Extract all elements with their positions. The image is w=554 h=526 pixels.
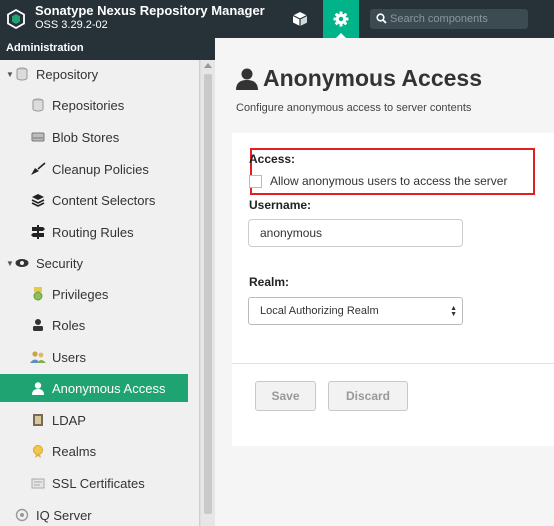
nexus-logo-icon[interactable] [7, 9, 25, 29]
tree-item-label: Privileges [52, 286, 109, 302]
tree-item-label: Routing Rules [52, 224, 134, 240]
scroll-up-arrow-icon[interactable] [204, 63, 212, 68]
tree-item-content-selectors[interactable]: Content Selectors [0, 186, 188, 214]
security-icon [14, 255, 30, 271]
allow-anonymous-row[interactable]: Allow anonymous users to access the serv… [249, 174, 507, 188]
realm-label: Realm: [249, 275, 290, 289]
tree-item-label: SSL Certificates [52, 475, 145, 491]
certificate-icon [30, 475, 46, 491]
page-title: Anonymous Access [236, 65, 482, 92]
tree-item-label: LDAP [52, 412, 86, 428]
tree-item-label: Roles [52, 317, 86, 333]
sidebar-scrollbar[interactable] [201, 60, 215, 526]
tree-item-label: Cleanup Policies [52, 161, 149, 177]
access-label: Access: [249, 152, 296, 166]
tree-item-label: Content Selectors [52, 192, 156, 208]
tree-item-repository[interactable]: ▼ Repository [0, 60, 188, 88]
page-description: Configure anonymous access to server con… [236, 102, 472, 114]
signpost-icon [30, 224, 46, 240]
tree-item-label: Security [36, 255, 83, 271]
tree-item-realms[interactable]: Realms [0, 437, 188, 465]
discard-button[interactable]: Discard [328, 381, 408, 411]
tree-item-iq-server[interactable]: IQ Server [0, 501, 188, 526]
role-icon [30, 317, 46, 333]
gear-icon [333, 11, 349, 27]
tree-item-label: Repositories [52, 97, 125, 113]
tree-item-label: Realms [52, 443, 97, 459]
allow-anonymous-checkbox[interactable] [249, 174, 262, 188]
tree-item-roles[interactable]: Roles [0, 311, 188, 339]
realm-icon [30, 443, 46, 459]
admin-tree: ▼ Repository Repositories Blob Stores Cl… [0, 60, 200, 526]
tree-item-label: Repository [36, 66, 99, 82]
realm-select[interactable]: Local Authorizing Realm ▲ ▼ [248, 297, 463, 325]
broom-icon [30, 161, 46, 177]
users-icon [30, 349, 46, 365]
medal-icon [30, 286, 46, 302]
tree-item-security[interactable]: ▼ Security [0, 249, 188, 277]
top-header: Sonatype Nexus Repository Manager OSS 3.… [0, 0, 554, 38]
form-divider [232, 363, 554, 364]
app-version: OSS 3.29.2-02 [35, 19, 108, 31]
sidebar: Administration ▼ Repository Repositories… [0, 38, 215, 526]
user-icon [236, 68, 258, 90]
search-icon [376, 13, 387, 24]
settings-form: Access: Allow anonymous users to access … [232, 133, 554, 446]
user-icon [30, 380, 46, 396]
page-title-text: Anonymous Access [263, 65, 482, 91]
tree-item-label: Users [52, 349, 86, 365]
tree-item-label: IQ Server [36, 507, 92, 523]
tree-item-users[interactable]: Users [0, 343, 188, 371]
save-button[interactable]: Save [255, 381, 316, 411]
expand-arrow-icon[interactable]: ▼ [6, 70, 14, 79]
tree-item-blob-stores[interactable]: Blob Stores [0, 123, 188, 151]
realm-select-value: Local Authorizing Realm [260, 305, 379, 317]
iq-icon [14, 507, 30, 523]
tree-item-ldap[interactable]: LDAP [0, 406, 188, 434]
tree-item-routing-rules[interactable]: Routing Rules [0, 218, 188, 246]
tree-item-label: Blob Stores [52, 129, 120, 145]
search-input[interactable] [390, 9, 526, 29]
cube-icon [292, 12, 308, 26]
main-content: Anonymous Access Configure anonymous acc… [215, 38, 554, 526]
admin-nav-button[interactable] [323, 0, 359, 38]
tree-item-cleanup-policies[interactable]: Cleanup Policies [0, 155, 188, 183]
username-label: Username: [249, 198, 312, 212]
tree-item-ssl-certificates[interactable]: SSL Certificates [0, 469, 188, 497]
tree-item-anonymous-access[interactable]: Anonymous Access [0, 374, 188, 402]
tree-item-privileges[interactable]: Privileges [0, 280, 188, 308]
database-icon [14, 66, 30, 82]
select-arrows-icon: ▲ ▼ [450, 305, 457, 318]
allow-anonymous-label[interactable]: Allow anonymous users to access the serv… [270, 174, 507, 188]
hard-drive-icon [30, 129, 46, 145]
database-icon [30, 97, 46, 113]
layers-icon [30, 192, 46, 208]
scroll-thumb[interactable] [204, 74, 212, 514]
app-title: Sonatype Nexus Repository Manager [35, 3, 265, 18]
expand-arrow-icon[interactable]: ▼ [6, 259, 14, 268]
browse-nav-button[interactable] [282, 0, 318, 38]
tree-item-repositories[interactable]: Repositories [0, 91, 188, 119]
username-field[interactable] [248, 219, 463, 247]
sidebar-title: Administration [0, 38, 215, 60]
tree-item-label: Anonymous Access [52, 380, 166, 396]
search-box[interactable] [370, 9, 528, 29]
book-icon [30, 412, 46, 428]
